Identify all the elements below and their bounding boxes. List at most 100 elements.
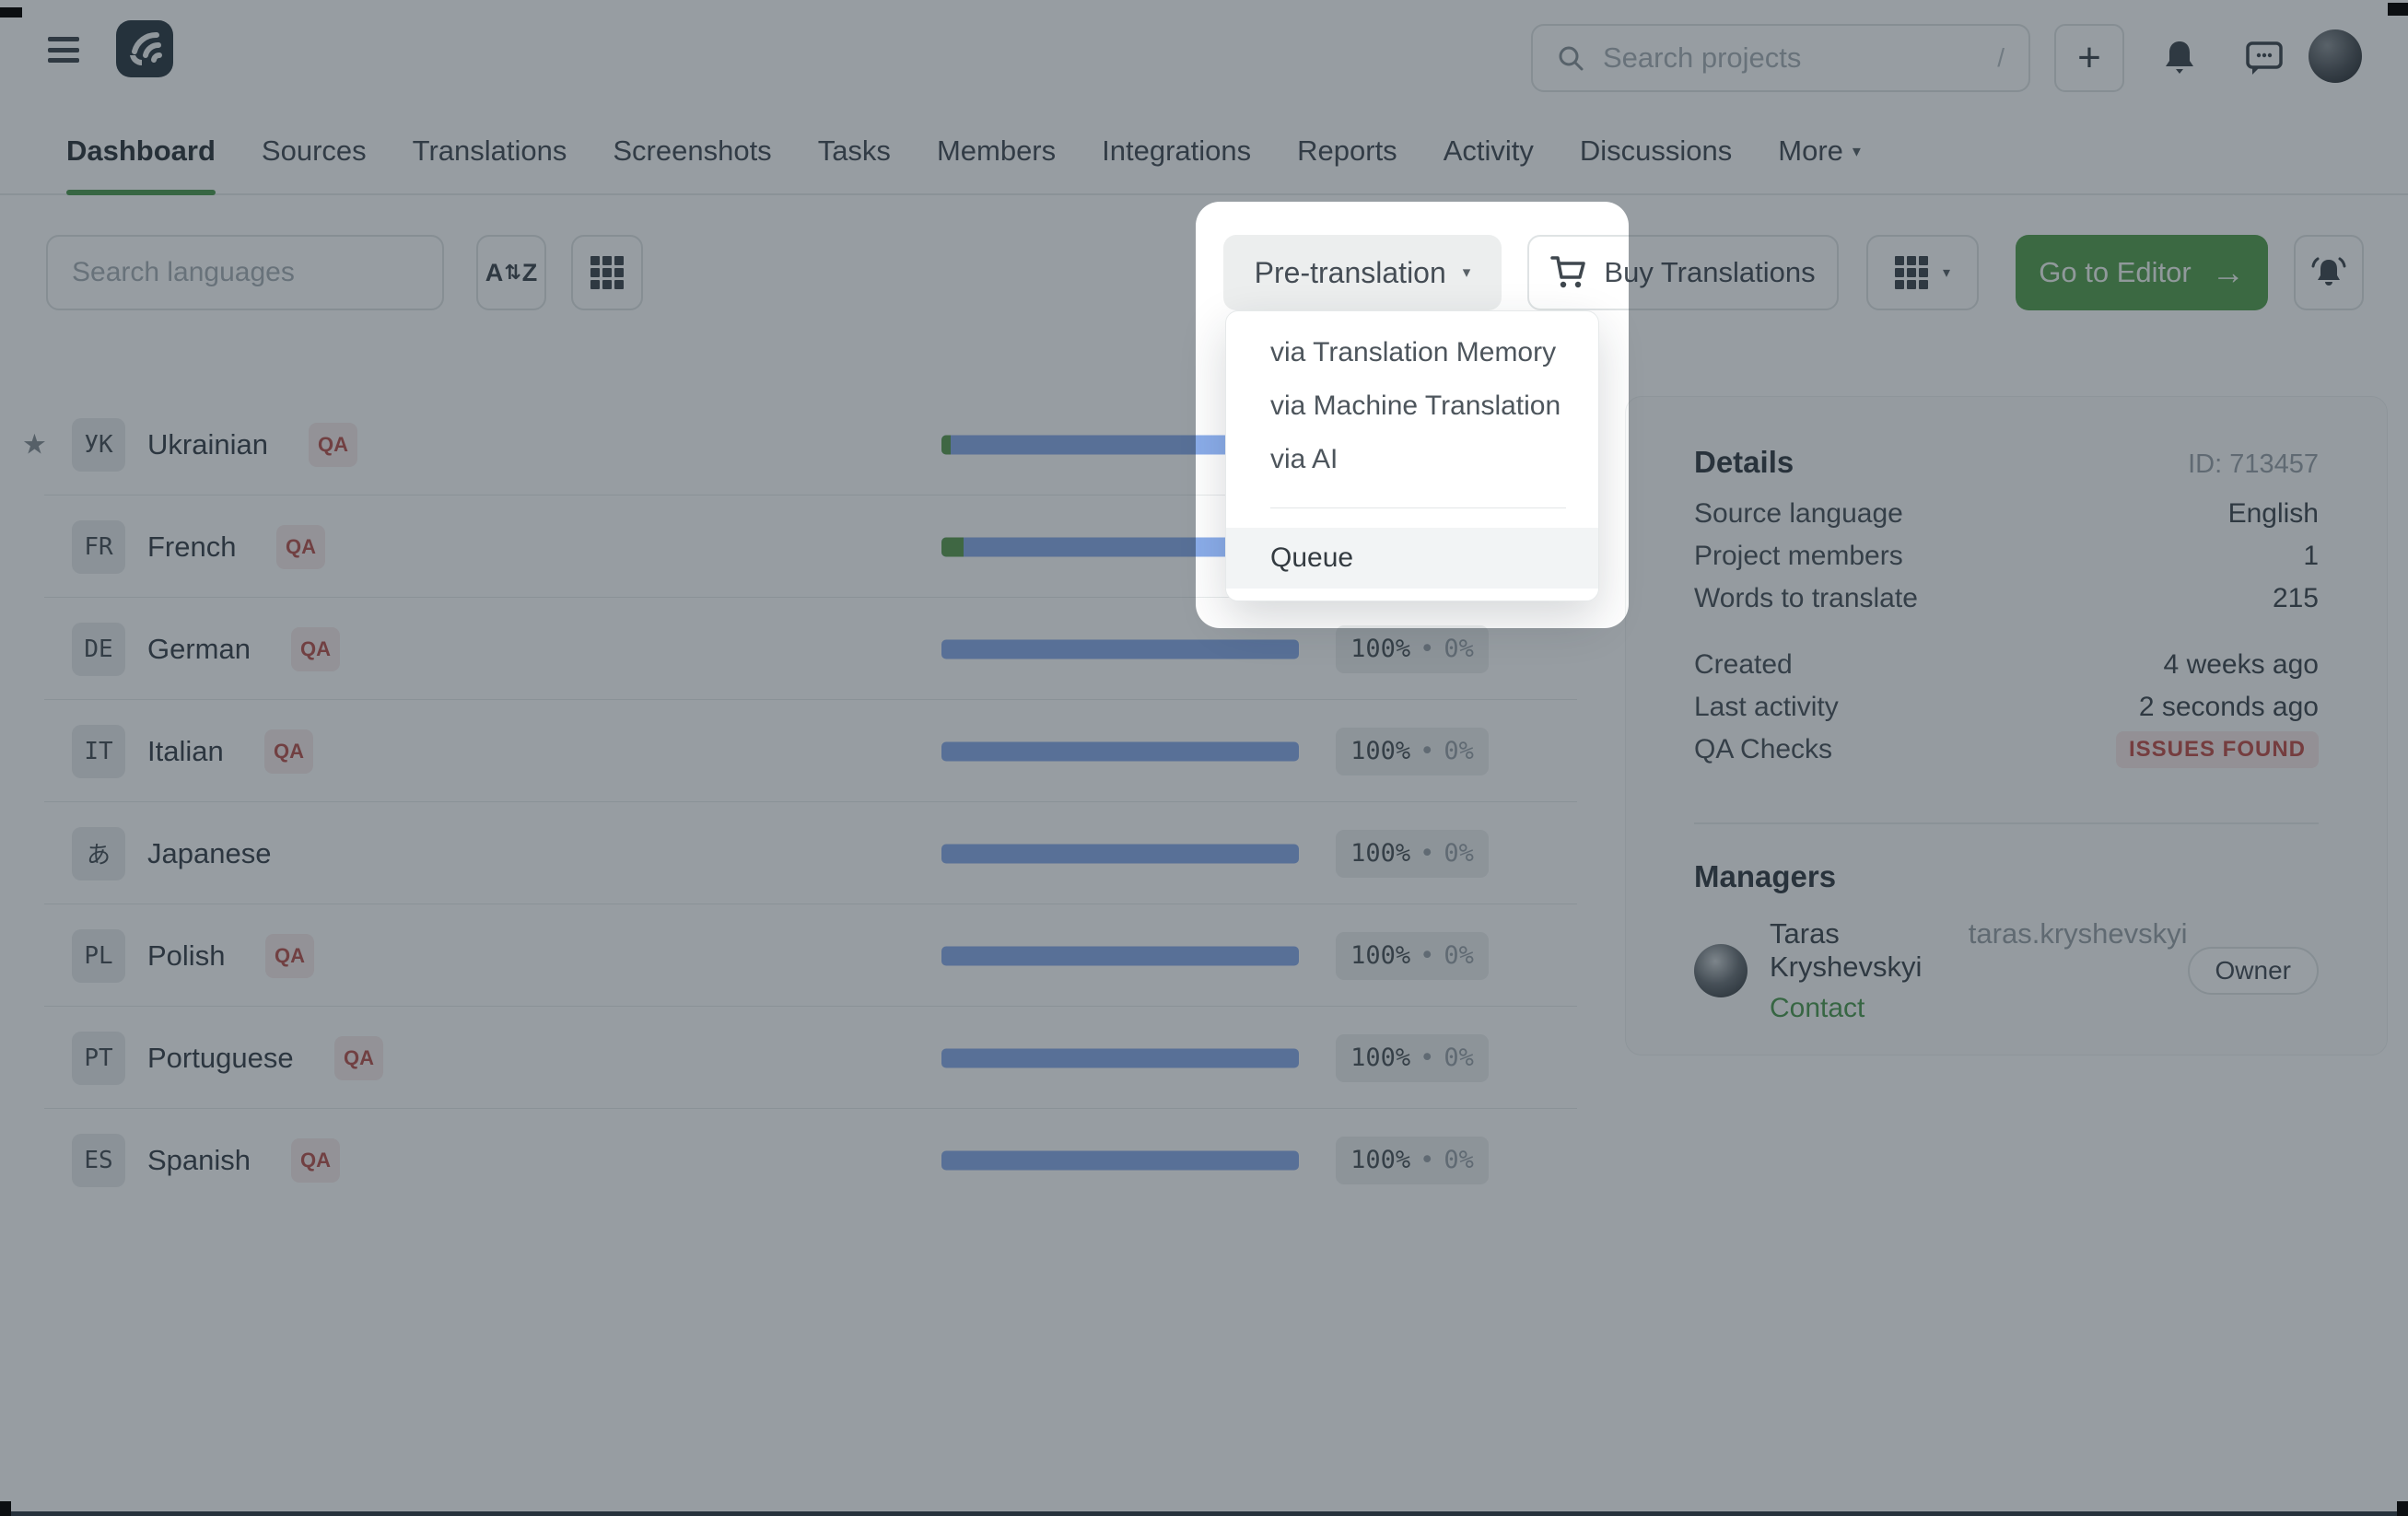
dot-separator: • [1420,839,1434,868]
language-name: Portuguese [147,1042,294,1075]
detail-label: Last activity [1694,692,1839,723]
qa-badge[interactable]: QA [309,423,357,467]
go-to-editor-button[interactable]: Go to Editor → [2016,235,2268,310]
translated-percent: 100% [1350,635,1410,663]
manager-name[interactable]: Taras Kryshevskyi [1770,917,1954,984]
qa-badge[interactable]: QA [264,729,313,774]
language-notifications-button[interactable] [2294,235,2364,310]
manager-contact-link[interactable]: Contact [1770,993,2188,1024]
create-project-button[interactable]: + [2054,24,2124,92]
go-to-editor-label: Go to Editor [2039,256,2191,289]
tab-translations[interactable]: Translations [413,109,567,193]
owner-role-badge[interactable]: Owner [2188,947,2319,995]
dot-separator: • [1420,635,1434,663]
details-title: Details [1694,445,1794,480]
qa-badge[interactable]: QA [276,525,325,569]
tab-dashboard[interactable]: Dashboard [66,109,216,193]
star-icon[interactable]: ★ [22,428,47,461]
progress-bar [941,946,1299,965]
manager-username: taras.kryshevskyi [1969,917,2188,950]
language-name: Ukrainian [147,428,268,461]
qa-badge[interactable]: QA [291,627,340,671]
language-row-spanish[interactable]: ESSpanishQA100%•0% [0,1109,1629,1211]
language-code-badge: PL [72,929,125,983]
menu-item-queue[interactable]: Queue [1226,528,1598,589]
ringing-bell-icon [2309,254,2348,291]
grid-view-button[interactable] [571,235,643,310]
tab-more[interactable]: More▾ [1778,109,1861,193]
qa-badge[interactable]: QA [291,1138,340,1183]
qa-badge[interactable]: QA [334,1036,383,1080]
view-mode-dropdown[interactable]: ▾ [1866,235,1979,310]
buy-translations-label: Buy Translations [1604,256,1815,289]
progress-bar-tm-segment [941,537,964,556]
translated-percent: 100% [1350,941,1410,970]
tab-tasks[interactable]: Tasks [818,109,891,193]
language-name: Italian [147,735,224,768]
detail-row: Words to translate 215 [1694,577,2319,620]
detail-row: Source languageEnglish [1694,493,2319,535]
progress-bar [941,1048,1299,1067]
language-row-portuguese[interactable]: PT Portuguese QA 100%•0% [0,1007,1629,1109]
notifications-bell-icon[interactable] [2152,24,2207,92]
sort-arrows-icon: ⇅ [504,261,520,285]
language-row-italian[interactable]: ITItalianQA100%•0% [0,700,1629,802]
menu-item-via-ai[interactable]: via AI [1226,433,1598,486]
detail-label: Words to translate [1694,583,1918,614]
progress-stats: 100% • 0% [1336,625,1489,673]
buy-translations-button[interactable]: Buy Translations [1527,235,1839,310]
translated-percent: 100% [1350,839,1410,868]
language-row-polish[interactable]: PLPolishQA100%•0% [0,904,1629,1007]
detail-value: 1 [2303,541,2319,572]
tab-reports[interactable]: Reports [1297,109,1397,193]
hamburger-menu-icon[interactable] [48,37,79,63]
search-projects-placeholder: Search projects [1603,41,1979,75]
pre-translation-button[interactable]: Pre-translation ▾ [1223,235,1502,310]
progress-bar [941,1150,1299,1170]
menu-item-via-translation-memory[interactable]: via Translation Memory [1226,326,1598,379]
tab-integrations[interactable]: Integrations [1102,109,1251,193]
detail-row: Last activity2 seconds ago [1694,686,2319,729]
details-group-1: Source languageEnglishProject members1Wo… [1694,493,2319,620]
approved-percent: 0% [1444,1044,1474,1072]
search-languages-placeholder: Search languages [72,257,295,288]
tab-sources[interactable]: Sources [262,109,367,193]
crowdin-logo-mark [123,28,166,70]
language-code-badge: PT [72,1032,125,1085]
approved-percent: 0% [1444,839,1474,868]
detail-row: Project members1 [1694,535,2319,577]
chevron-down-icon: ▾ [1463,263,1471,282]
tab-discussions[interactable]: Discussions [1580,109,1732,193]
language-row-japanese[interactable]: あJapanese100%•0% [0,802,1629,904]
approved-percent: 0% [1444,635,1474,663]
pre-translation-label: Pre-translation [1255,256,1446,290]
tab-activity[interactable]: Activity [1444,109,1534,193]
search-languages-input[interactable]: Search languages [46,235,444,310]
tab-screenshots[interactable]: Screenshots [613,109,771,193]
project-id: ID: 713457 [2188,449,2319,480]
progress-stats: 100%•0% [1336,1137,1489,1184]
approved-percent: 0% [1444,941,1474,970]
user-avatar[interactable] [2309,29,2362,83]
translated-percent: 100% [1350,1146,1410,1174]
arrow-right-icon: → [2212,256,2245,289]
messages-icon[interactable] [2237,24,2292,92]
menu-separator [1270,507,1566,508]
detail-value: 4 weeks ago [2164,649,2319,681]
dot-separator: • [1420,1146,1434,1174]
window-corner [2388,3,2408,16]
qa-badge[interactable]: QA [265,934,314,978]
tab-members[interactable]: Members [937,109,1056,193]
card-divider [1694,822,2319,824]
manager-avatar[interactable] [1694,944,1748,997]
sort-alphabetically-button[interactable]: A⇅Z [476,235,546,310]
menu-item-via-machine-translation[interactable]: via Machine Translation [1226,379,1598,433]
grid-icon [1895,256,1928,289]
detail-row: Created4 weeks ago [1694,644,2319,686]
crowdin-logo[interactable] [116,20,173,77]
qa-issues-found-badge[interactable]: ISSUES FOUND [2116,731,2319,768]
language-row-german[interactable]: DEGermanQA100%•0% [0,598,1629,700]
detail-value: 215 [2273,583,2319,614]
progress-stats: 100%•0% [1336,1034,1489,1082]
search-projects-input[interactable]: Search projects / [1531,24,2030,92]
